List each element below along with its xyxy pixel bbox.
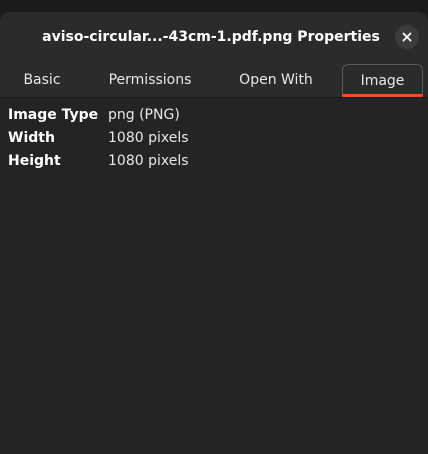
property-row-height: Height 1080 pixels: [8, 149, 420, 172]
property-value: 1080 pixels: [108, 152, 189, 169]
tab-image[interactable]: Image: [342, 64, 423, 96]
window-title: aviso-circular...-43cm-1.pdf.png Propert…: [42, 29, 380, 45]
property-row-image-type: Image Type png (PNG): [8, 103, 420, 126]
tab-bar: Basic Permissions Open With Image: [0, 62, 428, 98]
property-label: Height: [8, 152, 61, 169]
close-button[interactable]: [395, 25, 419, 49]
tab-open-with[interactable]: Open With: [216, 62, 336, 97]
tab-permissions[interactable]: Permissions: [88, 62, 212, 97]
property-label: Width: [8, 129, 55, 146]
properties-window: aviso-circular...-43cm-1.pdf.png Propert…: [0, 12, 428, 454]
tab-basic[interactable]: Basic: [0, 62, 84, 97]
active-tab-indicator: [342, 94, 423, 97]
property-label: Image Type: [8, 106, 99, 123]
image-properties-panel: Image Type png (PNG) Width 1080 pixels H…: [0, 98, 428, 177]
close-icon: [402, 32, 412, 42]
property-value: 1080 pixels: [108, 129, 189, 146]
title-bar[interactable]: aviso-circular...-43cm-1.pdf.png Propert…: [0, 12, 428, 62]
property-row-width: Width 1080 pixels: [8, 126, 420, 149]
property-value: png (PNG): [108, 106, 180, 123]
